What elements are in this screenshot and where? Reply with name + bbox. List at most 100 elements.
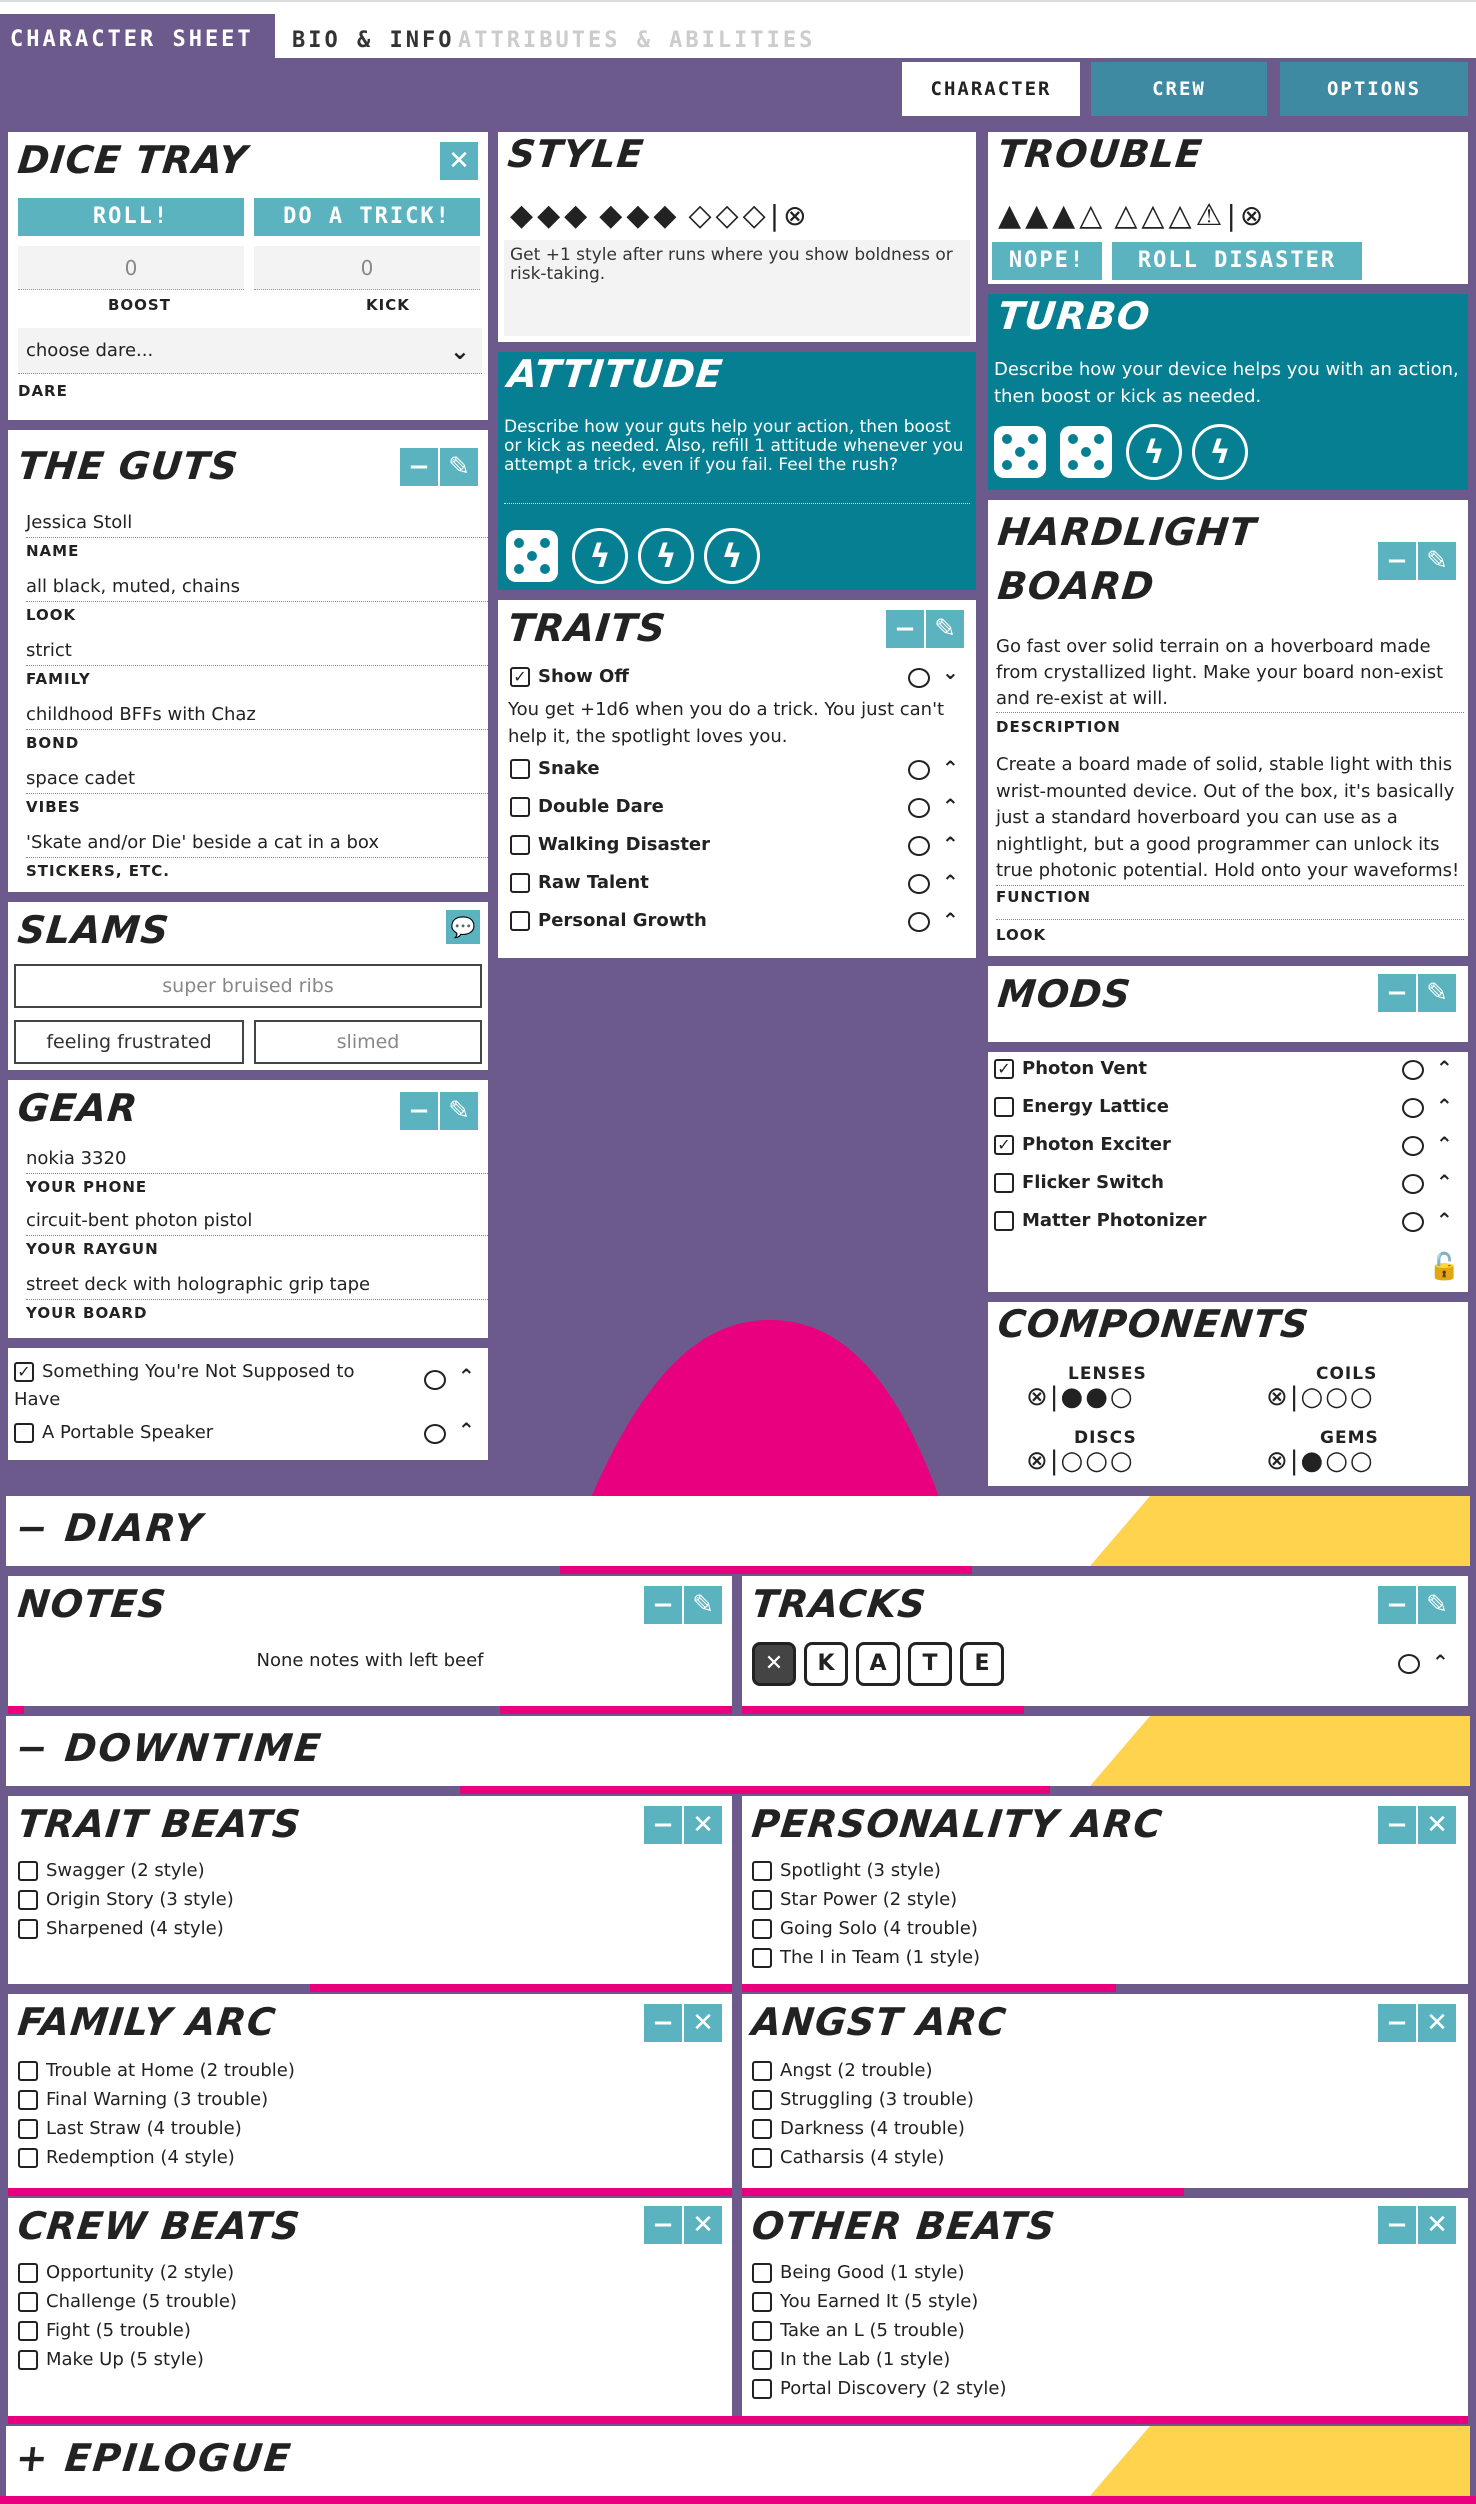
style-pip-empty[interactable]: ◇: [743, 198, 770, 233]
bond-field[interactable]: childhood BFFs with Chaz: [26, 704, 488, 730]
component-pip-filled[interactable]: ●: [1061, 1382, 1086, 1412]
checkbox[interactable]: [18, 2090, 38, 2110]
edit-icon[interactable]: ✎: [440, 448, 478, 486]
beat-item[interactable]: Fight (5 trouble): [18, 2320, 237, 2349]
beat-item[interactable]: Star Power (2 style): [752, 1889, 980, 1918]
diary-title[interactable]: − DIARY: [14, 1506, 206, 1550]
style-pip-filled[interactable]: ◆: [510, 198, 537, 233]
checkbox[interactable]: [752, 2148, 772, 2168]
comment-icon[interactable]: [424, 1424, 446, 1444]
minus-icon[interactable]: −: [1378, 542, 1416, 580]
clear-icon[interactable]: |⊗: [1226, 199, 1267, 232]
beat-item[interactable]: Going Solo (4 trouble): [752, 1918, 980, 1947]
component-pip-filled[interactable]: ●: [1085, 1382, 1110, 1412]
minus-icon[interactable]: −: [886, 610, 924, 648]
checkbox[interactable]: [752, 2321, 772, 2341]
checkbox[interactable]: [752, 2292, 772, 2312]
checkbox[interactable]: [510, 759, 530, 779]
component-pip-empty[interactable]: ○: [1350, 1446, 1375, 1476]
trouble-track[interactable]: ▲▲▲△ △△△⚠|⊗: [998, 198, 1267, 233]
trouble-pip-filled[interactable]: ▲: [998, 198, 1025, 233]
component-pip-empty[interactable]: ○: [1350, 1382, 1375, 1412]
unlock-icon[interactable]: 🔓: [1428, 1252, 1460, 1282]
checkbox[interactable]: [752, 2263, 772, 2283]
checkbox[interactable]: [752, 1948, 772, 1968]
checkbox[interactable]: [18, 2263, 38, 2283]
chevron-up-icon[interactable]: ⌃: [1436, 1208, 1453, 1232]
gems-track[interactable]: ⊗|●○○: [1266, 1446, 1375, 1476]
style-pip-filled[interactable]: ◆: [626, 198, 653, 233]
beat-item[interactable]: Challenge (5 trouble): [18, 2291, 237, 2320]
attitude-text[interactable]: Describe how your guts help your action,…: [504, 418, 970, 504]
chevron-up-icon[interactable]: ⌃: [1432, 1650, 1449, 1674]
component-pip-empty[interactable]: ○: [1325, 1382, 1350, 1412]
track-letter-box[interactable]: E: [960, 1642, 1004, 1686]
checkbox[interactable]: [752, 1861, 772, 1881]
board-field[interactable]: street deck with holographic grip tape: [26, 1274, 488, 1300]
close-icon[interactable]: ✕: [1418, 2206, 1456, 2244]
beat-item[interactable]: Portal Discovery (2 style): [752, 2378, 1006, 2407]
checkbox[interactable]: [752, 2090, 772, 2110]
chevron-up-icon[interactable]: ⌃: [1436, 1170, 1453, 1194]
chevron-down-icon[interactable]: ⌄: [942, 660, 959, 684]
track-letter-box[interactable]: ✕: [752, 1642, 796, 1686]
checkbox[interactable]: [994, 1097, 1014, 1117]
minus-icon[interactable]: −: [1378, 1806, 1416, 1844]
speech-bubble-icon[interactable]: 💬: [446, 910, 480, 944]
do-a-trick-button[interactable]: DO A TRICK!: [254, 198, 480, 236]
trouble-pip-empty[interactable]: ⚠: [1196, 198, 1227, 233]
phone-field[interactable]: nokia 3320: [26, 1148, 488, 1174]
close-icon[interactable]: ✕: [684, 2206, 722, 2244]
clear-icon[interactable]: ⊗|: [1026, 1446, 1061, 1476]
name-field[interactable]: Jessica Stoll: [26, 512, 488, 538]
close-icon[interactable]: ✕: [684, 1806, 722, 1844]
family-field[interactable]: strict: [26, 640, 488, 666]
close-icon[interactable]: ✕: [440, 142, 478, 180]
checkbox-checked[interactable]: ✓: [14, 1362, 34, 1382]
style-pip-filled[interactable]: ◆: [564, 198, 591, 233]
beat-item[interactable]: Darkness (4 trouble): [752, 2118, 974, 2147]
component-pip-empty[interactable]: ○: [1110, 1446, 1135, 1476]
die-five-icon[interactable]: [506, 530, 558, 582]
checkbox[interactable]: [510, 873, 530, 893]
checkbox[interactable]: [18, 1890, 38, 1910]
edit-icon[interactable]: ✎: [1418, 542, 1456, 580]
component-pip-filled[interactable]: ●: [1301, 1446, 1326, 1476]
nope-button[interactable]: NOPE!: [992, 242, 1102, 280]
chevron-up-icon[interactable]: ⌃: [942, 794, 959, 818]
checkbox[interactable]: [510, 911, 530, 931]
beat-item[interactable]: Trouble at Home (2 trouble): [18, 2060, 295, 2089]
tab-bio-info[interactable]: BIO & INFO: [282, 12, 464, 60]
minus-icon[interactable]: −: [1378, 1586, 1416, 1624]
trouble-pip-filled[interactable]: ▲: [1052, 198, 1079, 233]
mod-matter-photonizer[interactable]: Matter Photonizer: [994, 1210, 1207, 1231]
trouble-pip-empty[interactable]: △: [1168, 198, 1195, 233]
vibes-field[interactable]: space cadet: [26, 768, 488, 794]
discs-track[interactable]: ⊗|○○○: [1026, 1446, 1135, 1476]
minus-icon[interactable]: −: [1378, 974, 1416, 1012]
beat-item[interactable]: Redemption (4 style): [18, 2147, 295, 2176]
beat-item[interactable]: The I in Team (1 style): [752, 1947, 980, 1976]
trait-raw-talent[interactable]: Raw Talent: [510, 872, 649, 893]
checkbox[interactable]: [752, 2350, 772, 2370]
checkbox-checked[interactable]: ✓: [510, 667, 530, 687]
minus-icon[interactable]: −: [644, 1586, 682, 1624]
checkbox[interactable]: [752, 2119, 772, 2139]
comment-icon[interactable]: [1402, 1174, 1424, 1194]
beat-item[interactable]: Final Warning (3 trouble): [18, 2089, 295, 2118]
tab-attributes-abilities[interactable]: ATTRIBUTES & ABILITIES: [448, 12, 825, 60]
lenses-track[interactable]: ⊗|●●○: [1026, 1382, 1135, 1412]
checkbox[interactable]: [18, 2061, 38, 2081]
close-icon[interactable]: ✕: [684, 2004, 722, 2042]
edit-icon[interactable]: ✎: [1418, 974, 1456, 1012]
checkbox[interactable]: [18, 2321, 38, 2341]
stickers-field[interactable]: 'Skate and/or Die' beside a cat in a box: [26, 832, 488, 858]
comment-icon[interactable]: [1402, 1098, 1424, 1118]
options-button[interactable]: OPTIONS: [1280, 62, 1468, 116]
bolt-icon[interactable]: ϟ: [1126, 424, 1182, 480]
style-note[interactable]: Get +1 style after runs where you show b…: [504, 240, 970, 336]
edit-icon[interactable]: ✎: [1418, 1586, 1456, 1624]
slam-3[interactable]: slimed: [254, 1020, 482, 1064]
close-icon[interactable]: ✕: [1418, 2004, 1456, 2042]
slam-1[interactable]: super bruised ribs: [14, 964, 482, 1008]
